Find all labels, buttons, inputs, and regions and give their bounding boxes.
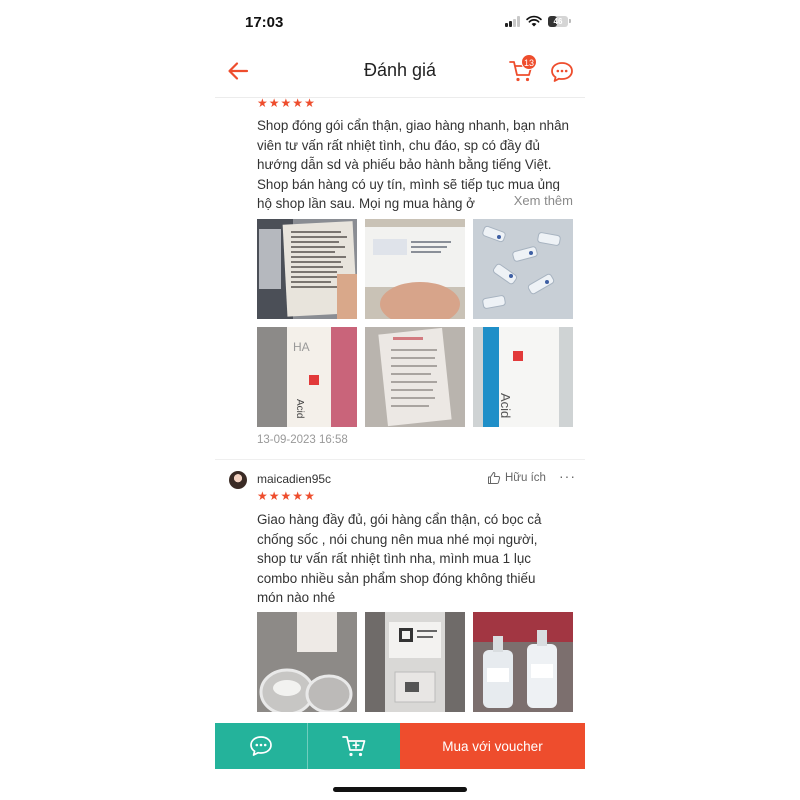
add-to-cart-button[interactable] bbox=[307, 723, 400, 769]
star-icon: ★ bbox=[292, 489, 304, 503]
review-photo[interactable] bbox=[257, 219, 357, 319]
star-icon: ★ bbox=[280, 489, 292, 503]
star-icon: ★ bbox=[280, 98, 292, 110]
more-options-icon[interactable]: ··· bbox=[559, 468, 576, 484]
review-photo[interactable] bbox=[473, 612, 573, 712]
battery-level: 46 bbox=[553, 16, 563, 26]
review-photo[interactable] bbox=[365, 219, 465, 319]
chat-now-button[interactable] bbox=[215, 723, 307, 769]
see-more-link[interactable]: Xem thêm bbox=[485, 191, 573, 211]
review-date: 13-09-2023 16:58 bbox=[257, 434, 348, 446]
rating-stars: ★ ★ ★ ★ ★ bbox=[257, 98, 315, 109]
review-item: maicadien95c Hữu ích ··· ★ ★ ★ ★ ★ Giao … bbox=[215, 460, 585, 723]
helpful-button[interactable]: Hữu ích bbox=[487, 471, 546, 485]
bottom-action-bar: Mua với voucher bbox=[215, 723, 585, 769]
rating-stars: ★ ★ ★ ★ ★ bbox=[257, 490, 315, 502]
chat-icon bbox=[250, 736, 272, 756]
review-photos bbox=[257, 612, 573, 722]
add-to-cart-icon bbox=[342, 736, 366, 757]
star-icon: ★ bbox=[304, 98, 315, 110]
star-icon: ★ bbox=[304, 489, 315, 503]
star-icon: ★ bbox=[257, 489, 268, 503]
wifi-icon bbox=[526, 15, 542, 27]
cart-count-badge: 13 bbox=[521, 54, 537, 70]
svg-text:HA: HA bbox=[293, 340, 310, 354]
reviews-list[interactable]: ★ ★ ★ ★ ★ Shop đóng gói cẩn thận, giao h… bbox=[215, 98, 585, 723]
svg-text:Acid: Acid bbox=[498, 393, 513, 418]
home-indicator[interactable] bbox=[333, 787, 467, 792]
review-photo[interactable] bbox=[365, 612, 465, 712]
top-navigation-bar: Đánh giá 13 bbox=[215, 46, 585, 98]
star-icon: ★ bbox=[292, 98, 304, 110]
buy-with-voucher-button[interactable]: Mua với voucher bbox=[400, 723, 585, 769]
review-photos: HA Acid Acid bbox=[257, 219, 573, 427]
svg-text:Acid: Acid bbox=[294, 399, 305, 418]
review-text: Giao hàng đầy đủ, gói hàng cẩn thận, có … bbox=[257, 512, 542, 605]
review-photo[interactable]: HA Acid bbox=[257, 327, 357, 427]
review-photo[interactable] bbox=[365, 327, 465, 427]
star-icon: ★ bbox=[268, 489, 280, 503]
review-photo[interactable] bbox=[473, 219, 573, 319]
chat-icon[interactable] bbox=[549, 59, 575, 85]
star-icon: ★ bbox=[257, 98, 268, 110]
phone-screen: 17:03 46 Đánh giá 13 ★ ★ ★ ★ ★ Shop đóng… bbox=[215, 0, 585, 800]
status-time: 17:03 bbox=[245, 14, 284, 31]
helpful-label: Hữu ích bbox=[505, 472, 546, 484]
avatar[interactable] bbox=[229, 471, 247, 489]
review-photo[interactable]: Acid bbox=[473, 327, 573, 427]
battery-icon: 46 bbox=[548, 15, 571, 27]
status-icons: 46 bbox=[505, 15, 571, 27]
status-bar: 17:03 46 bbox=[215, 0, 585, 46]
home-indicator-area bbox=[215, 769, 585, 800]
reviewer-username[interactable]: maicadien95c bbox=[257, 472, 331, 486]
star-icon: ★ bbox=[268, 98, 280, 110]
review-photo[interactable] bbox=[257, 612, 357, 712]
thumbs-up-icon bbox=[488, 472, 501, 484]
review-item: ★ ★ ★ ★ ★ Shop đóng gói cẩn thận, giao h… bbox=[215, 98, 585, 458]
signal-icon bbox=[505, 15, 520, 27]
